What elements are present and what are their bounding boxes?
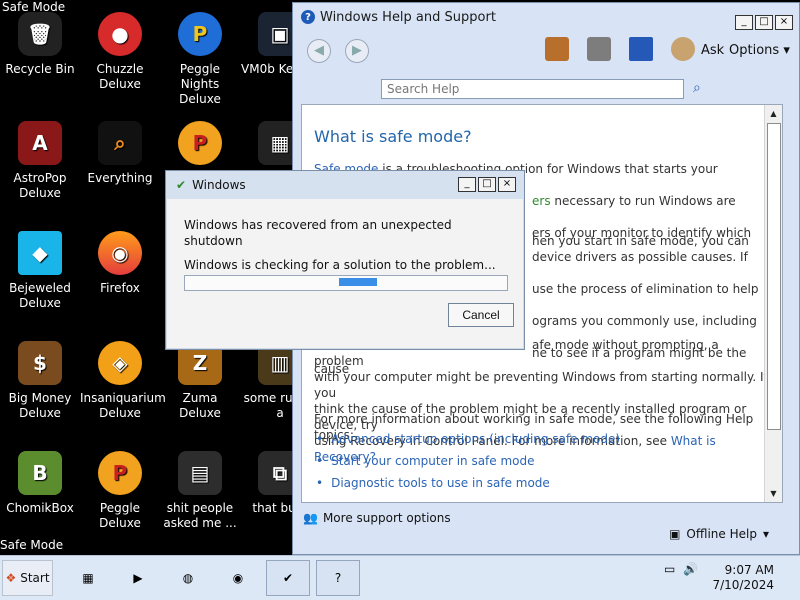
search-icon: ⌕ xyxy=(98,121,142,165)
taskbar-app-firefox[interactable]: ◉ xyxy=(216,560,260,596)
peggle-icon: P xyxy=(98,451,142,495)
taskbar-app-terminal[interactable]: ▦ xyxy=(66,560,110,596)
list-item: • Advanced startup options (including saf… xyxy=(316,432,621,446)
options-button[interactable]: Options ▾ xyxy=(729,43,790,58)
ask-button[interactable]: Ask xyxy=(701,43,724,58)
volume-icon[interactable]: 🔊 xyxy=(683,562,698,576)
home-icon[interactable] xyxy=(545,37,569,61)
scroll-up-icon[interactable]: ▲ xyxy=(765,105,782,122)
taskbar-app-media[interactable]: ▶ xyxy=(116,560,160,596)
taskbar-app-browser[interactable]: ◍ xyxy=(166,560,210,596)
desktop-icon-peggle-overlapped[interactable]: P xyxy=(160,121,240,171)
desktop-icon-chomikbox[interactable]: B ChomikBox xyxy=(0,451,80,516)
dialog-minimize-button[interactable]: _ xyxy=(458,177,476,192)
vertical-scrollbar[interactable]: ▲ ▼ xyxy=(764,105,782,502)
start-safe-mode-link[interactable]: Start your computer in safe mode xyxy=(331,454,534,468)
back-button[interactable]: ◀ xyxy=(307,39,331,63)
desktop-icon-insaniquarium[interactable]: ◈ Insaniquarium Deluxe xyxy=(80,341,166,421)
dialog-maximize-button[interactable]: □ xyxy=(478,177,496,192)
chuzzle-icon: ● xyxy=(98,12,142,56)
bottom-safe-mode-label: Safe Mode xyxy=(0,538,64,552)
help-title: Windows Help and Support xyxy=(320,9,496,25)
help-toolbar: ◀ ▶ Ask Options ▾ xyxy=(293,31,799,73)
support-people-icon: 👥 xyxy=(303,511,318,525)
dialog-window-controls: _ □ × xyxy=(458,177,516,192)
taskbar-app-windows-dialog[interactable]: ✔ xyxy=(266,560,310,596)
network-icon[interactable]: ▭ xyxy=(664,562,675,576)
desktop-icon-zuma[interactable]: Z Zuma Deluxe xyxy=(160,341,240,421)
firefox-icon: ◉ xyxy=(98,231,142,275)
shutdown-recovery-dialog: ✔ Windows _ □ × Windows has recovered fr… xyxy=(165,170,525,350)
checkmark-icon: ✔ xyxy=(282,571,294,585)
desktop-icon-bejeweled[interactable]: ◆ Bejeweled Deluxe xyxy=(0,231,80,311)
people-icon[interactable] xyxy=(671,37,695,61)
page-title: What is safe mode? xyxy=(314,127,472,146)
media-player-icon: ▶ xyxy=(133,571,143,585)
minimize-button[interactable]: _ xyxy=(735,15,753,30)
help-titlebar[interactable]: ? Windows Help and Support xyxy=(293,3,799,31)
progress-fill xyxy=(339,278,377,286)
cancel-button[interactable]: Cancel xyxy=(448,303,514,327)
desktop-icon-everything[interactable]: ⌕ Everything xyxy=(80,121,160,186)
scroll-down-icon[interactable]: ▼ xyxy=(765,485,782,502)
chevron-down-icon: ▾ xyxy=(762,527,769,541)
help-topic-links: • Advanced startup options (including saf… xyxy=(316,432,766,498)
start-button[interactable]: ❖ Start xyxy=(2,560,53,596)
forward-button[interactable]: ▶ xyxy=(345,39,369,63)
desktop-icon-shit-people[interactable]: ▤ shit people asked me ... xyxy=(160,451,240,531)
desktop-icon-recycle-bin[interactable]: 🗑 Recycle Bin xyxy=(0,12,80,77)
desktop-icon-chuzzle[interactable]: ● Chuzzle Deluxe xyxy=(80,12,160,92)
firefox-icon: ◉ xyxy=(232,571,244,585)
dialog-message: Windows has recovered from an unexpected… xyxy=(184,218,496,272)
desktop-icon-peggle-deluxe[interactable]: P Peggle Deluxe xyxy=(80,451,160,531)
offline-help-button[interactable]: ▣ Offline Help ▾ xyxy=(669,527,769,541)
terminal-icon: ▦ xyxy=(82,571,94,585)
taskbar: ❖ Start ▦ ▶ ◍ ◉ ✔ ? ▭ 🔊 9:07 AM 7/10/202… xyxy=(0,555,800,600)
chevron-down-icon: ▾ xyxy=(783,43,790,58)
progress-bar xyxy=(184,275,508,291)
diagnostic-tools-link[interactable]: Diagnostic tools to use in safe mode xyxy=(331,476,550,490)
help-icon: ? xyxy=(301,10,315,24)
gem-icon: ◆ xyxy=(18,231,62,275)
clock[interactable]: 9:07 AM 7/10/2024 xyxy=(712,563,774,593)
help-icon: ? xyxy=(334,571,342,585)
globe-icon: ◍ xyxy=(182,571,194,585)
dialog-content: Windows has recovered from an unexpected… xyxy=(176,199,514,339)
dialog-close-button[interactable]: × xyxy=(498,177,516,192)
offline-help-icon: ▣ xyxy=(669,527,681,541)
maximize-button[interactable]: □ xyxy=(755,15,773,30)
desktop-icon-big-money[interactable]: $ Big Money Deluxe xyxy=(0,341,80,421)
system-tray: ▭ 🔊 xyxy=(664,562,698,576)
search-input[interactable]: Search Help xyxy=(381,79,684,99)
list-item: • Diagnostic tools to use in safe mode xyxy=(316,476,550,490)
windows-logo-icon: ❖ xyxy=(5,571,17,585)
desktop-icon-astropop[interactable]: A AstroPop Deluxe xyxy=(0,121,80,201)
checkmark-icon: ✔ xyxy=(176,178,187,192)
list-item: • Start your computer in safe mode xyxy=(316,454,535,468)
trash-icon: 🗑 xyxy=(18,12,62,56)
folder-icon: ▤ xyxy=(178,451,222,495)
desktop-icon-firefox[interactable]: ◉ Firefox xyxy=(80,231,160,296)
box-icon: B xyxy=(18,451,62,495)
peggle-icon: P xyxy=(178,121,222,165)
advanced-startup-link[interactable]: Advanced startup options (including safe… xyxy=(331,432,620,446)
astropop-icon: A xyxy=(18,121,62,165)
more-support-options[interactable]: 👥 More support options xyxy=(303,511,451,525)
taskbar-app-help[interactable]: ? xyxy=(316,560,360,596)
desktop-icon-peggle-nights[interactable]: P Peggle Nights Deluxe xyxy=(160,12,240,107)
printer-icon[interactable] xyxy=(587,37,611,61)
peggle-icon: P xyxy=(178,12,222,56)
close-button[interactable]: × xyxy=(775,15,793,30)
search-icon[interactable]: ⌕ xyxy=(693,80,701,96)
scrollbar-thumb[interactable] xyxy=(767,123,781,430)
window-controls: _ □ × xyxy=(735,15,793,30)
book-icon[interactable] xyxy=(629,37,653,61)
money-icon: $ xyxy=(18,341,62,385)
fish-icon: ◈ xyxy=(98,341,142,385)
